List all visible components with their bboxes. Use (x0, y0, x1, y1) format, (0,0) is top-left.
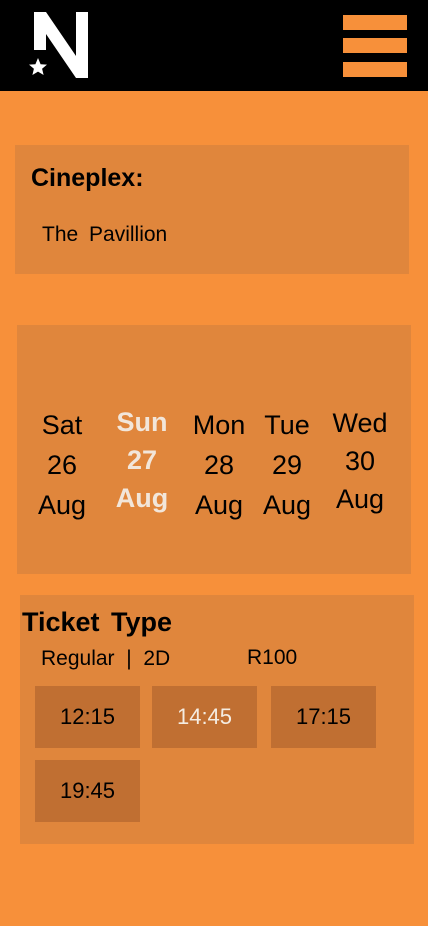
hamburger-menu-icon[interactable] (343, 15, 407, 77)
date-number: 26 (46, 450, 78, 480)
logo[interactable] (28, 10, 90, 80)
cinema-name[interactable]: The Pavillion (42, 223, 167, 247)
cinema-panel: Cineplex: The Pavillion (15, 145, 409, 274)
showtime-button[interactable]: 12:15 (35, 686, 140, 748)
ticket-price: R100 (247, 646, 298, 669)
date-sat[interactable]: Sat 26 Aug (27, 405, 97, 525)
date-number: 27 (126, 445, 158, 475)
date-day: Tue (264, 410, 310, 440)
showtime-button[interactable]: 19:45 (35, 760, 140, 822)
cinema-label: Cineplex: (31, 164, 144, 192)
menu-bar (343, 15, 407, 30)
date-month: Aug (335, 484, 385, 514)
menu-bar (343, 62, 407, 77)
date-day: Sun (116, 407, 168, 437)
date-mon[interactable]: Mon 28 Aug (184, 405, 254, 525)
ticket-format: Regular | 2D (41, 647, 171, 670)
showtime-button[interactable]: 17:15 (271, 686, 376, 748)
date-wed[interactable]: Wed 30 Aug (325, 404, 395, 518)
star-icon (29, 58, 47, 75)
date-month: Aug (194, 490, 244, 520)
date-number: 30 (344, 446, 376, 476)
date-number: 28 (203, 450, 235, 480)
date-number: 29 (271, 450, 303, 480)
date-tue[interactable]: Tue 29 Aug (252, 405, 322, 525)
date-month: Aug (37, 490, 87, 520)
showtime-button-selected[interactable]: 14:45 (152, 686, 257, 748)
menu-bar (343, 38, 407, 53)
date-day: Mon (192, 410, 246, 440)
date-day: Sat (41, 410, 83, 440)
date-month: Aug (262, 490, 312, 520)
date-selector: Sat 26 Aug Sun 27 Aug Mon 28 Aug Tue 29 … (17, 325, 411, 574)
ticket-panel: Ticket Type Regular | 2D R100 12:15 14:4… (20, 595, 414, 844)
date-sun[interactable]: Sun 27 Aug (107, 403, 177, 517)
top-bar (0, 0, 428, 91)
date-month: Aug (115, 483, 169, 513)
ticket-type-title: Ticket Type (22, 607, 173, 637)
date-day: Wed (332, 408, 388, 438)
